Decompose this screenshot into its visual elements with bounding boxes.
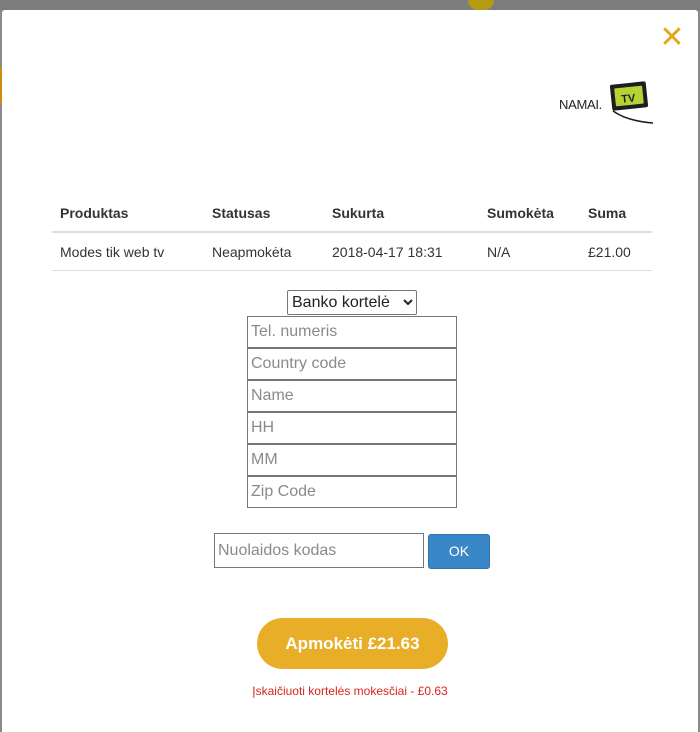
header-status: Statusas (204, 196, 324, 233)
table-header-row: Produktas Statusas Sukurta Sumokėta Suma (52, 196, 652, 233)
payment-modal: ✕ NAMAI. TV Produktas Statusas Sukurta S… (2, 10, 698, 732)
header-sum: Suma (580, 196, 652, 233)
tv-logo-icon: TV (609, 81, 654, 124)
phone-input[interactable] (247, 316, 457, 348)
background-page (0, 0, 700, 10)
cell-paid: N/A (479, 232, 580, 271)
close-icon[interactable]: ✕ (658, 23, 686, 53)
cell-status: Neapmokėta (204, 232, 324, 271)
cell-created: 2018-04-17 18:31 (324, 232, 479, 271)
cell-product: Modes tik web tv (52, 232, 204, 271)
orders-table: Produktas Statusas Sukurta Sumokėta Suma… (52, 196, 652, 271)
header-paid: Sumokėta (479, 196, 580, 233)
expiry-hh-input[interactable] (247, 412, 457, 444)
cell-sum: £21.00 (580, 232, 652, 271)
logo-badge-text: TV (621, 92, 637, 105)
header-product: Produktas (52, 196, 204, 233)
expiry-mm-input[interactable] (247, 444, 457, 476)
zip-code-input[interactable] (247, 476, 457, 508)
coupon-input[interactable] (214, 533, 424, 568)
name-input[interactable] (247, 380, 457, 412)
payment-method-select[interactable]: Banko kortelė (287, 290, 417, 315)
namai-tv-logo: NAMAI. TV (559, 81, 657, 131)
logo-text: NAMAI. (559, 97, 602, 112)
pay-button[interactable]: Apmokėti £21.63 (257, 618, 448, 669)
coupon-ok-button[interactable]: OK (428, 534, 490, 569)
country-code-input[interactable] (247, 348, 457, 380)
card-fee-note: Įskaičiuoti kortelės mokesčiai - £0.63 (252, 684, 448, 698)
header-created: Sukurta (324, 196, 479, 233)
table-row: Modes tik web tv Neapmokėta 2018-04-17 1… (52, 232, 652, 271)
